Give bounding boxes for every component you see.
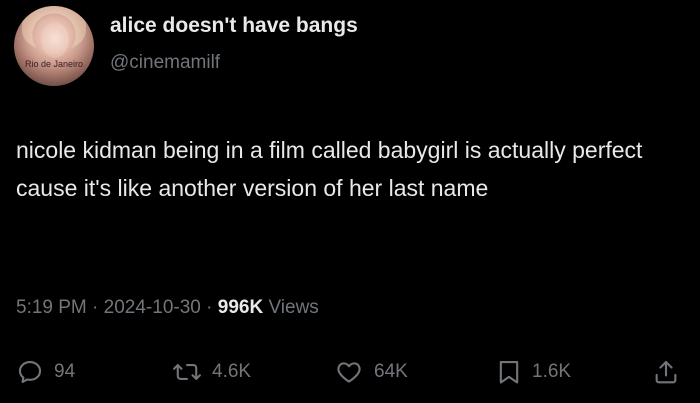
bookmark-icon (496, 358, 522, 386)
repost-count: 4.6K (212, 361, 252, 382)
tweet-text: nicole kidman being in a film called bab… (16, 137, 643, 201)
views-label: Views (268, 297, 319, 318)
meta-separator: · (92, 297, 104, 318)
reply-count: 94 (54, 361, 76, 382)
like-button[interactable]: 64K (334, 352, 408, 392)
heart-icon (334, 358, 364, 386)
action-bar: 94 4.6K 64K 1.6K (0, 352, 700, 392)
share-icon (652, 358, 680, 386)
tweet-time[interactable]: 5:19 PM (16, 297, 87, 318)
reply-button[interactable]: 94 (16, 352, 75, 392)
avatar-caption: Rio de Janeiro (24, 59, 84, 69)
like-count: 64K (374, 361, 408, 382)
meta-separator: · (206, 297, 218, 318)
tweet-meta: 5:19 PM · 2024-10-30 · 996K Views (16, 297, 319, 319)
author-handle[interactable]: @cinemamilf (110, 52, 220, 74)
avatar[interactable]: Rio de Janeiro (14, 6, 94, 86)
reply-icon (16, 358, 44, 386)
tweet-date[interactable]: 2024-10-30 (104, 297, 201, 318)
bookmark-count: 1.6K (532, 361, 572, 382)
bookmark-button[interactable]: 1.6K (496, 352, 571, 392)
avatar-face (41, 22, 69, 58)
author-display-name[interactable]: alice doesn't have bangs (110, 14, 358, 38)
repost-button[interactable]: 4.6K (172, 352, 251, 392)
views-count: 996K (217, 297, 264, 318)
share-button[interactable] (652, 352, 680, 392)
repost-icon (172, 358, 202, 386)
